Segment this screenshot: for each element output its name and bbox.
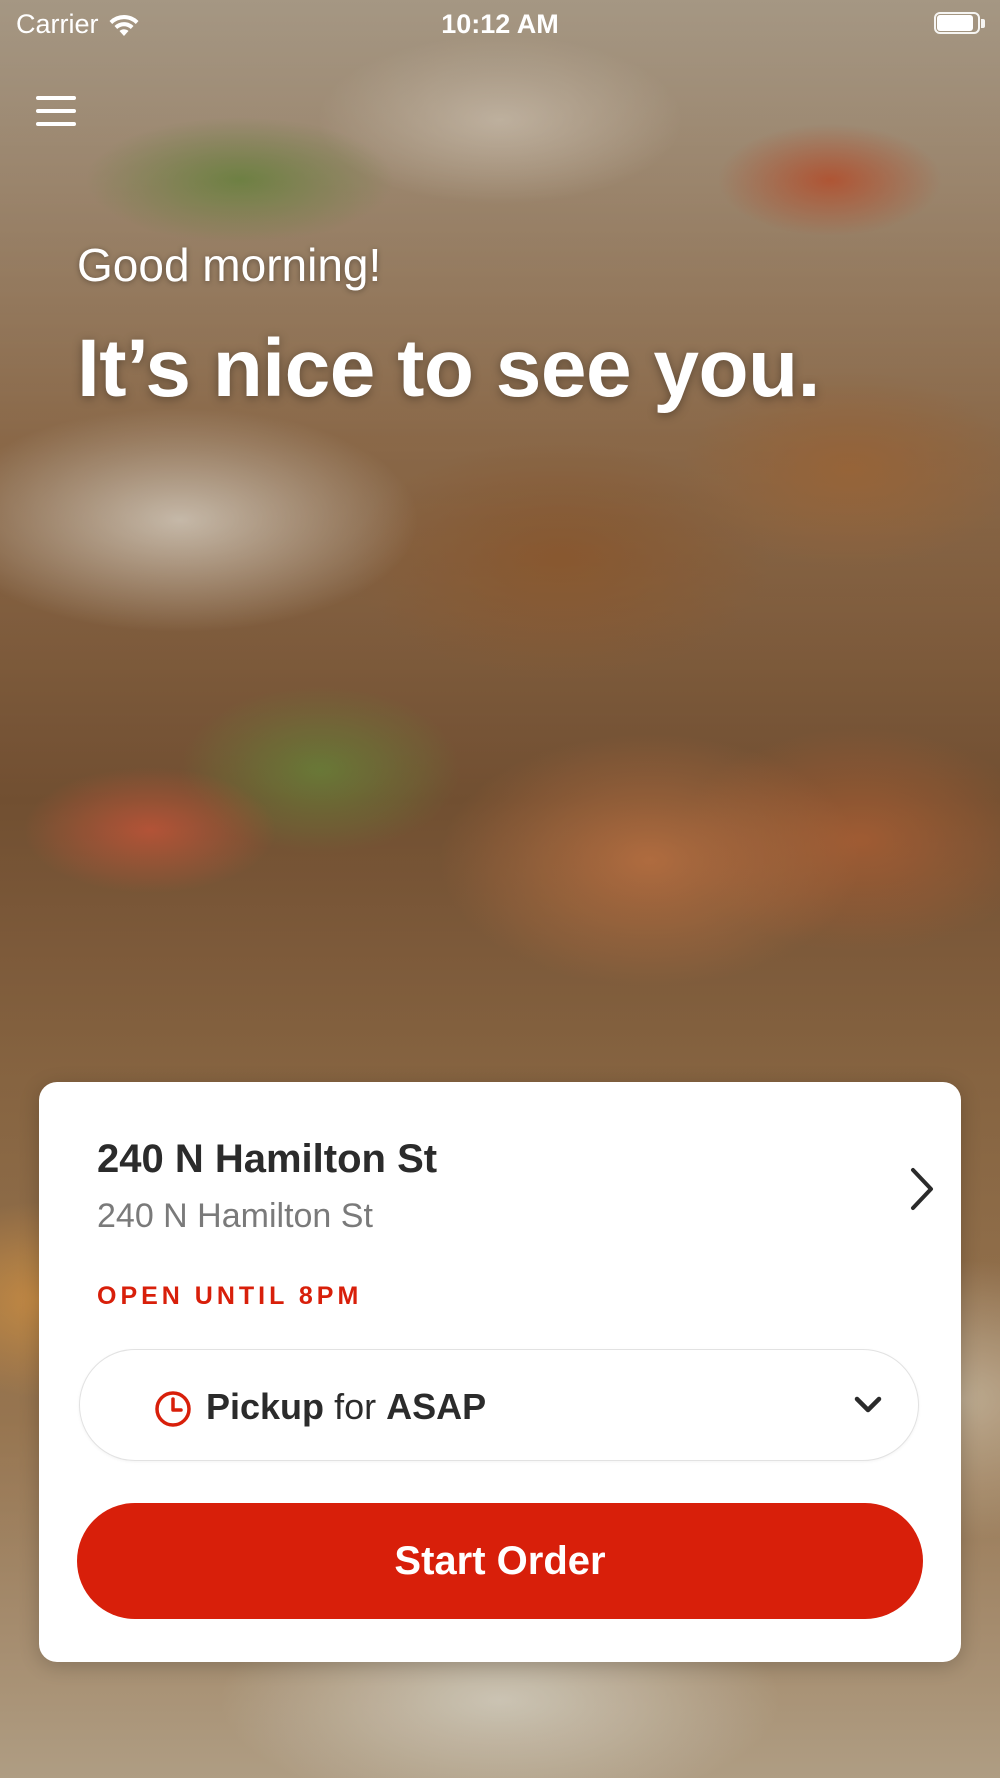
battery-icon [934,12,986,36]
order-type-dropdown[interactable]: Pickup for ASAP [79,1349,919,1461]
headline-text: It’s nice to see you. [77,323,820,414]
chevron-right-icon [911,1168,933,1210]
store-name: 240 N Hamilton St [97,1137,438,1181]
order-time: ASAP [386,1386,487,1427]
store-selector[interactable]: 240 N Hamilton St 240 N Hamilton St [39,1082,961,1272]
chevron-down-icon [854,1396,882,1413]
status-time: 10:12 AM [441,9,559,39]
order-mode: Pickup [206,1386,325,1427]
start-order-button[interactable]: Start Order [77,1503,923,1619]
order-card: 240 N Hamilton St 240 N Hamilton St OPEN… [39,1082,961,1662]
hamburger-menu-icon[interactable] [36,92,78,130]
status-bar: Carrier 10:12 AM [0,0,1000,50]
greeting-text: Good morning! [77,239,382,291]
order-connector: for [334,1386,377,1427]
order-type-label: Pickup for ASAP [206,1386,486,1428]
clock-icon [155,1391,191,1427]
store-address: 240 N Hamilton St [97,1197,373,1235]
store-hours-badge: OPEN UNTIL 8PM [97,1282,363,1310]
home-screen: Carrier 10:12 AM Good morning! It’s nice… [0,0,1000,1778]
